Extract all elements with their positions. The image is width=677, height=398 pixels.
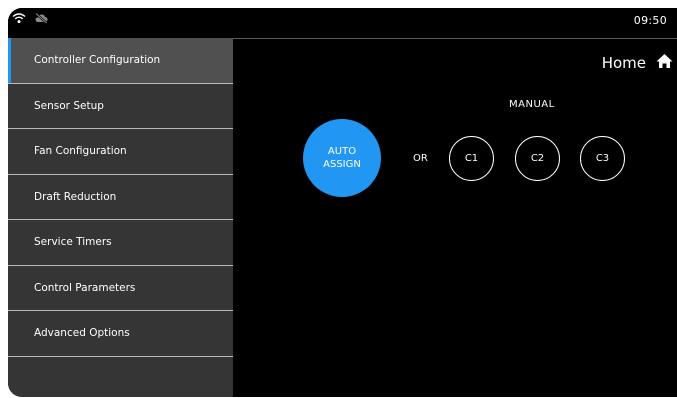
controller-button-label: C3 (595, 153, 610, 164)
sidebar-item-service-timers[interactable]: Service Timers (8, 220, 233, 266)
sidebar-menu: Controller Configuration Sensor Setup Fa… (8, 38, 233, 397)
sidebar-item-label: Draft Reduction (34, 190, 117, 203)
sidebar-item-sensor-setup[interactable]: Sensor Setup (8, 84, 233, 129)
controller-c3-button[interactable]: C3 (580, 136, 625, 181)
sidebar-item-label: Service Timers (34, 236, 112, 249)
controller-c2-button[interactable]: C2 (515, 136, 560, 181)
sidebar-item-controller-configuration[interactable]: Controller Configuration (8, 38, 233, 84)
home-button[interactable]: Home (602, 53, 673, 73)
device-screen: 09:50 Controller Configuration Sensor Se… (8, 8, 677, 397)
status-icons (12, 12, 48, 24)
status-clock: 09:50 (633, 14, 667, 27)
sidebar-item-label: Controller Configuration (34, 54, 161, 67)
status-bar: 09:50 (8, 8, 677, 36)
main-panel: Home MANUAL AUTO ASSIGN OR C1 C2 C3 (233, 38, 677, 397)
sidebar-item-label: Advanced Options (34, 327, 130, 340)
sidebar-item-draft-reduction[interactable]: Draft Reduction (8, 175, 233, 220)
controller-button-label: C2 (530, 153, 545, 164)
auto-assign-label-line2: ASSIGN (323, 159, 361, 170)
or-label: OR (413, 153, 428, 164)
sidebar-item-advanced-options[interactable]: Advanced Options (8, 311, 233, 357)
controller-c1-button[interactable]: C1 (449, 136, 494, 181)
home-label: Home (601, 54, 646, 72)
controller-button-label: C1 (464, 153, 479, 164)
home-icon (656, 53, 673, 73)
manual-label: MANUAL (509, 99, 555, 110)
auto-assign-label-line1: AUTO (327, 146, 357, 157)
auto-assign-button[interactable]: AUTO ASSIGN (303, 119, 381, 197)
sidebar-item-control-parameters[interactable]: Control Parameters (8, 266, 233, 311)
cloud-offline-icon (34, 12, 48, 24)
sidebar-item-label: Control Parameters (34, 281, 136, 294)
sidebar-item-fan-configuration[interactable]: Fan Configuration (8, 129, 233, 175)
sidebar-item-label: Sensor Setup (34, 99, 104, 112)
wifi-icon (12, 12, 26, 24)
sidebar-item-label: Fan Configuration (34, 145, 127, 158)
